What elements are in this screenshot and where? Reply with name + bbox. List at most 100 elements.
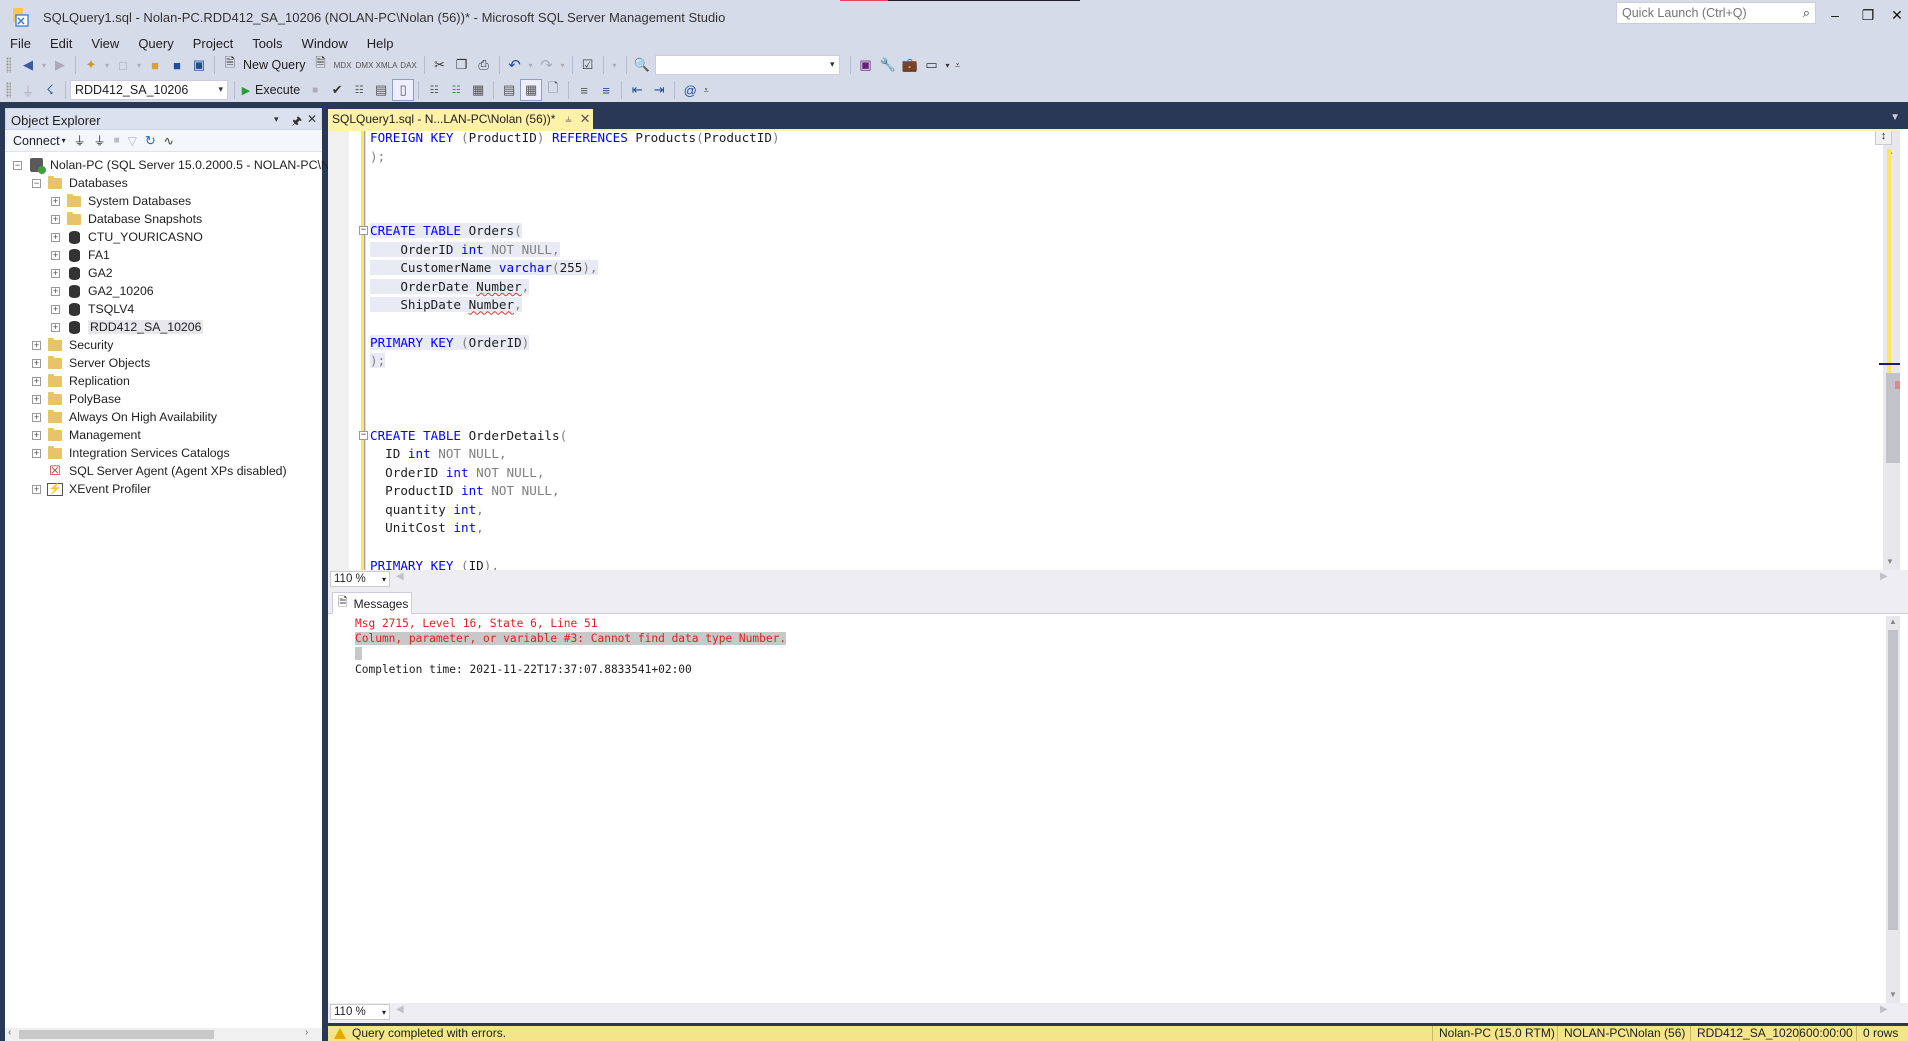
open-file-icon[interactable]: ■ <box>144 54 166 76</box>
scroll-down-icon[interactable]: ▼ <box>1889 990 1897 999</box>
tree-node[interactable]: + Security <box>5 336 322 354</box>
menu-tools[interactable]: Tools <box>242 34 291 54</box>
code-line[interactable]: ShipDate Number, <box>370 296 780 315</box>
connect-dropdown-button[interactable]: Connect <box>13 134 60 148</box>
code-line[interactable]: ); <box>370 352 780 371</box>
query-designer-icon[interactable]: ▤ <box>370 79 392 101</box>
code-line[interactable]: CustomerName varchar(255), <box>370 259 780 278</box>
decrease-indent-icon[interactable]: ⇤ <box>626 79 648 101</box>
code-line[interactable]: OrderID int NOT NULL, <box>370 241 780 260</box>
client-statistics-icon[interactable]: ▦ <box>467 79 489 101</box>
code-line[interactable]: CREATE TABLE OrderDetails(− <box>359 427 780 446</box>
code-line[interactable] <box>370 538 780 557</box>
undo-dropdown-icon[interactable]: ▾ <box>526 54 536 76</box>
comment-lines-icon[interactable]: ≡ <box>573 79 595 101</box>
execute-button[interactable]: Execute <box>255 83 300 97</box>
tab-messages[interactable]: 🗎 Messages <box>332 592 412 614</box>
tree-node[interactable]: + TSQLV4 <box>5 300 322 318</box>
intellisense-toggle-icon[interactable]: ▯ <box>392 79 415 101</box>
cancel-query-icon[interactable]: ■ <box>304 79 326 101</box>
editor-zoom-combo[interactable]: 110 % ▾ <box>330 571 390 587</box>
activity-monitor-icon[interactable]: ☑ <box>577 54 599 76</box>
command-window-dropdown-icon[interactable]: ▾ <box>943 54 953 76</box>
code-line[interactable]: quantity int, <box>370 501 780 520</box>
close-panel-icon[interactable]: ✕ <box>307 112 317 126</box>
tab-list-dropdown-icon[interactable]: ▼ <box>1890 112 1900 123</box>
menu-edit[interactable]: Edit <box>40 34 81 54</box>
tree-node[interactable]: + GA2 <box>5 264 322 282</box>
disconnect-icon[interactable]: ⏚ <box>94 132 106 149</box>
specify-template-values-icon[interactable]: @ <box>679 79 701 101</box>
query-editor[interactable]: FOREIGN KEY (ProductID) REFERENCES Produ… <box>328 129 1908 570</box>
expand-icon[interactable]: + <box>51 304 60 314</box>
stop-icon[interactable]: ■ <box>114 135 120 146</box>
window-position-dropdown-icon[interactable]: ▾ <box>274 114 279 125</box>
results-to-grid-icon[interactable]: ▦ <box>520 79 543 101</box>
connect-object-explorer-icon[interactable]: ⏚ <box>74 132 86 149</box>
increase-indent-icon[interactable]: ⇥ <box>648 79 670 101</box>
cut-icon[interactable]: ✂ <box>429 54 451 76</box>
tree-node[interactable]: + Integration Services Catalogs <box>5 444 322 462</box>
collapse-icon[interactable]: − <box>13 160 22 170</box>
visual-studio-icon[interactable]: ▣ <box>855 54 877 76</box>
code-line[interactable]: OrderDate Number, <box>370 278 780 297</box>
parse-checkmark-icon[interactable]: ✔ <box>326 79 348 101</box>
scroll-left-icon[interactable]: ◀ <box>396 1004 404 1015</box>
execute-play-icon[interactable]: ▶ <box>239 79 253 101</box>
expand-icon[interactable]: + <box>32 484 41 494</box>
menu-help[interactable]: Help <box>357 34 403 54</box>
code-line[interactable] <box>370 371 780 390</box>
toolbar-grip[interactable] <box>6 82 11 98</box>
copy-icon[interactable]: ❐ <box>451 54 473 76</box>
change-connection-icon[interactable]: ☇ <box>39 79 61 101</box>
tree-node[interactable]: + Database Snapshots <box>5 210 322 228</box>
scroll-right-icon[interactable]: ▶ <box>1880 1004 1888 1015</box>
code-line[interactable]: ID int NOT NULL, <box>370 445 780 464</box>
command-window-icon[interactable]: ▭ <box>921 54 943 76</box>
results-vertical-scrollbar[interactable]: ▲ ▼ <box>1886 616 1900 1003</box>
chevron-down-icon[interactable]: ▾ <box>218 84 223 95</box>
scroll-left-icon[interactable]: ◀ <box>396 571 404 582</box>
scroll-up-icon[interactable]: ▲ <box>1889 617 1897 626</box>
expand-icon[interactable]: + <box>32 412 41 422</box>
undo-icon[interactable]: ↶ <box>504 54 526 76</box>
tree-node[interactable]: + GA2_10206 <box>5 282 322 300</box>
activity-monitor-icon[interactable]: ∿ <box>164 134 174 148</box>
code-content[interactable]: FOREIGN KEY (ProductID) REFERENCES Produ… <box>359 129 780 570</box>
code-line[interactable]: CREATE TABLE Orders(− <box>359 222 780 241</box>
tree-node[interactable]: + ⚡ XEvent Profiler <box>5 480 322 498</box>
tree-node[interactable]: + Management <box>5 426 322 444</box>
code-line[interactable]: ProductID int NOT NULL, <box>370 482 780 501</box>
back-dropdown-icon[interactable]: ▾ <box>39 54 49 76</box>
save-icon[interactable]: ■ <box>166 54 188 76</box>
redo-dropdown-icon[interactable]: ▾ <box>558 54 568 76</box>
redo-icon[interactable]: ↷ <box>536 54 558 76</box>
expand-icon[interactable]: + <box>51 250 60 260</box>
expand-icon[interactable]: + <box>32 358 41 368</box>
expand-icon[interactable]: + <box>32 376 41 386</box>
quick-launch-input[interactable] <box>1617 3 1787 23</box>
find-in-files-icon[interactable]: 🔍 <box>631 54 653 76</box>
quick-launch-box[interactable]: ⌕ <box>1616 2 1816 24</box>
expand-icon[interactable]: + <box>51 196 60 206</box>
chevron-down-icon[interactable]: ▾ <box>382 1006 386 1020</box>
include-actual-plan-icon[interactable]: ☷ <box>423 79 445 101</box>
messages-output[interactable]: Msg 2715, Level 16, State 6, Line 51 Colu… <box>355 616 787 677</box>
new-query-icon[interactable]: 🗎 <box>219 54 241 76</box>
code-line[interactable]: FOREIGN KEY (ProductID) REFERENCES Produ… <box>370 129 780 148</box>
expand-icon[interactable]: + <box>32 340 41 350</box>
tree-node[interactable]: + RDD412_SA_10206 <box>5 318 322 336</box>
editor-vertical-scrollbar[interactable]: ↕ ▲ ▼ <box>1875 129 1900 570</box>
code-line[interactable] <box>370 408 780 427</box>
new-project-dropdown-icon[interactable]: ▾ <box>102 54 112 76</box>
tree-node[interactable]: − Nolan-PC (SQL Server 15.0.2000.5 - NOLA… <box>5 156 357 174</box>
mdx-query-icon[interactable]: MDX <box>332 54 354 76</box>
solution-config-dropdown-icon[interactable]: ▾ <box>608 54 622 76</box>
menu-view[interactable]: View <box>81 34 128 54</box>
code-line[interactable]: UnitCost int, <box>370 519 780 538</box>
pin-tab-icon[interactable]: ⫨ <box>565 113 571 126</box>
tree-node[interactable]: + System Databases <box>5 192 322 210</box>
code-line[interactable]: ); <box>370 148 780 167</box>
add-item-dropdown-icon[interactable]: ▾ <box>134 54 144 76</box>
expand-icon[interactable]: + <box>51 214 60 224</box>
